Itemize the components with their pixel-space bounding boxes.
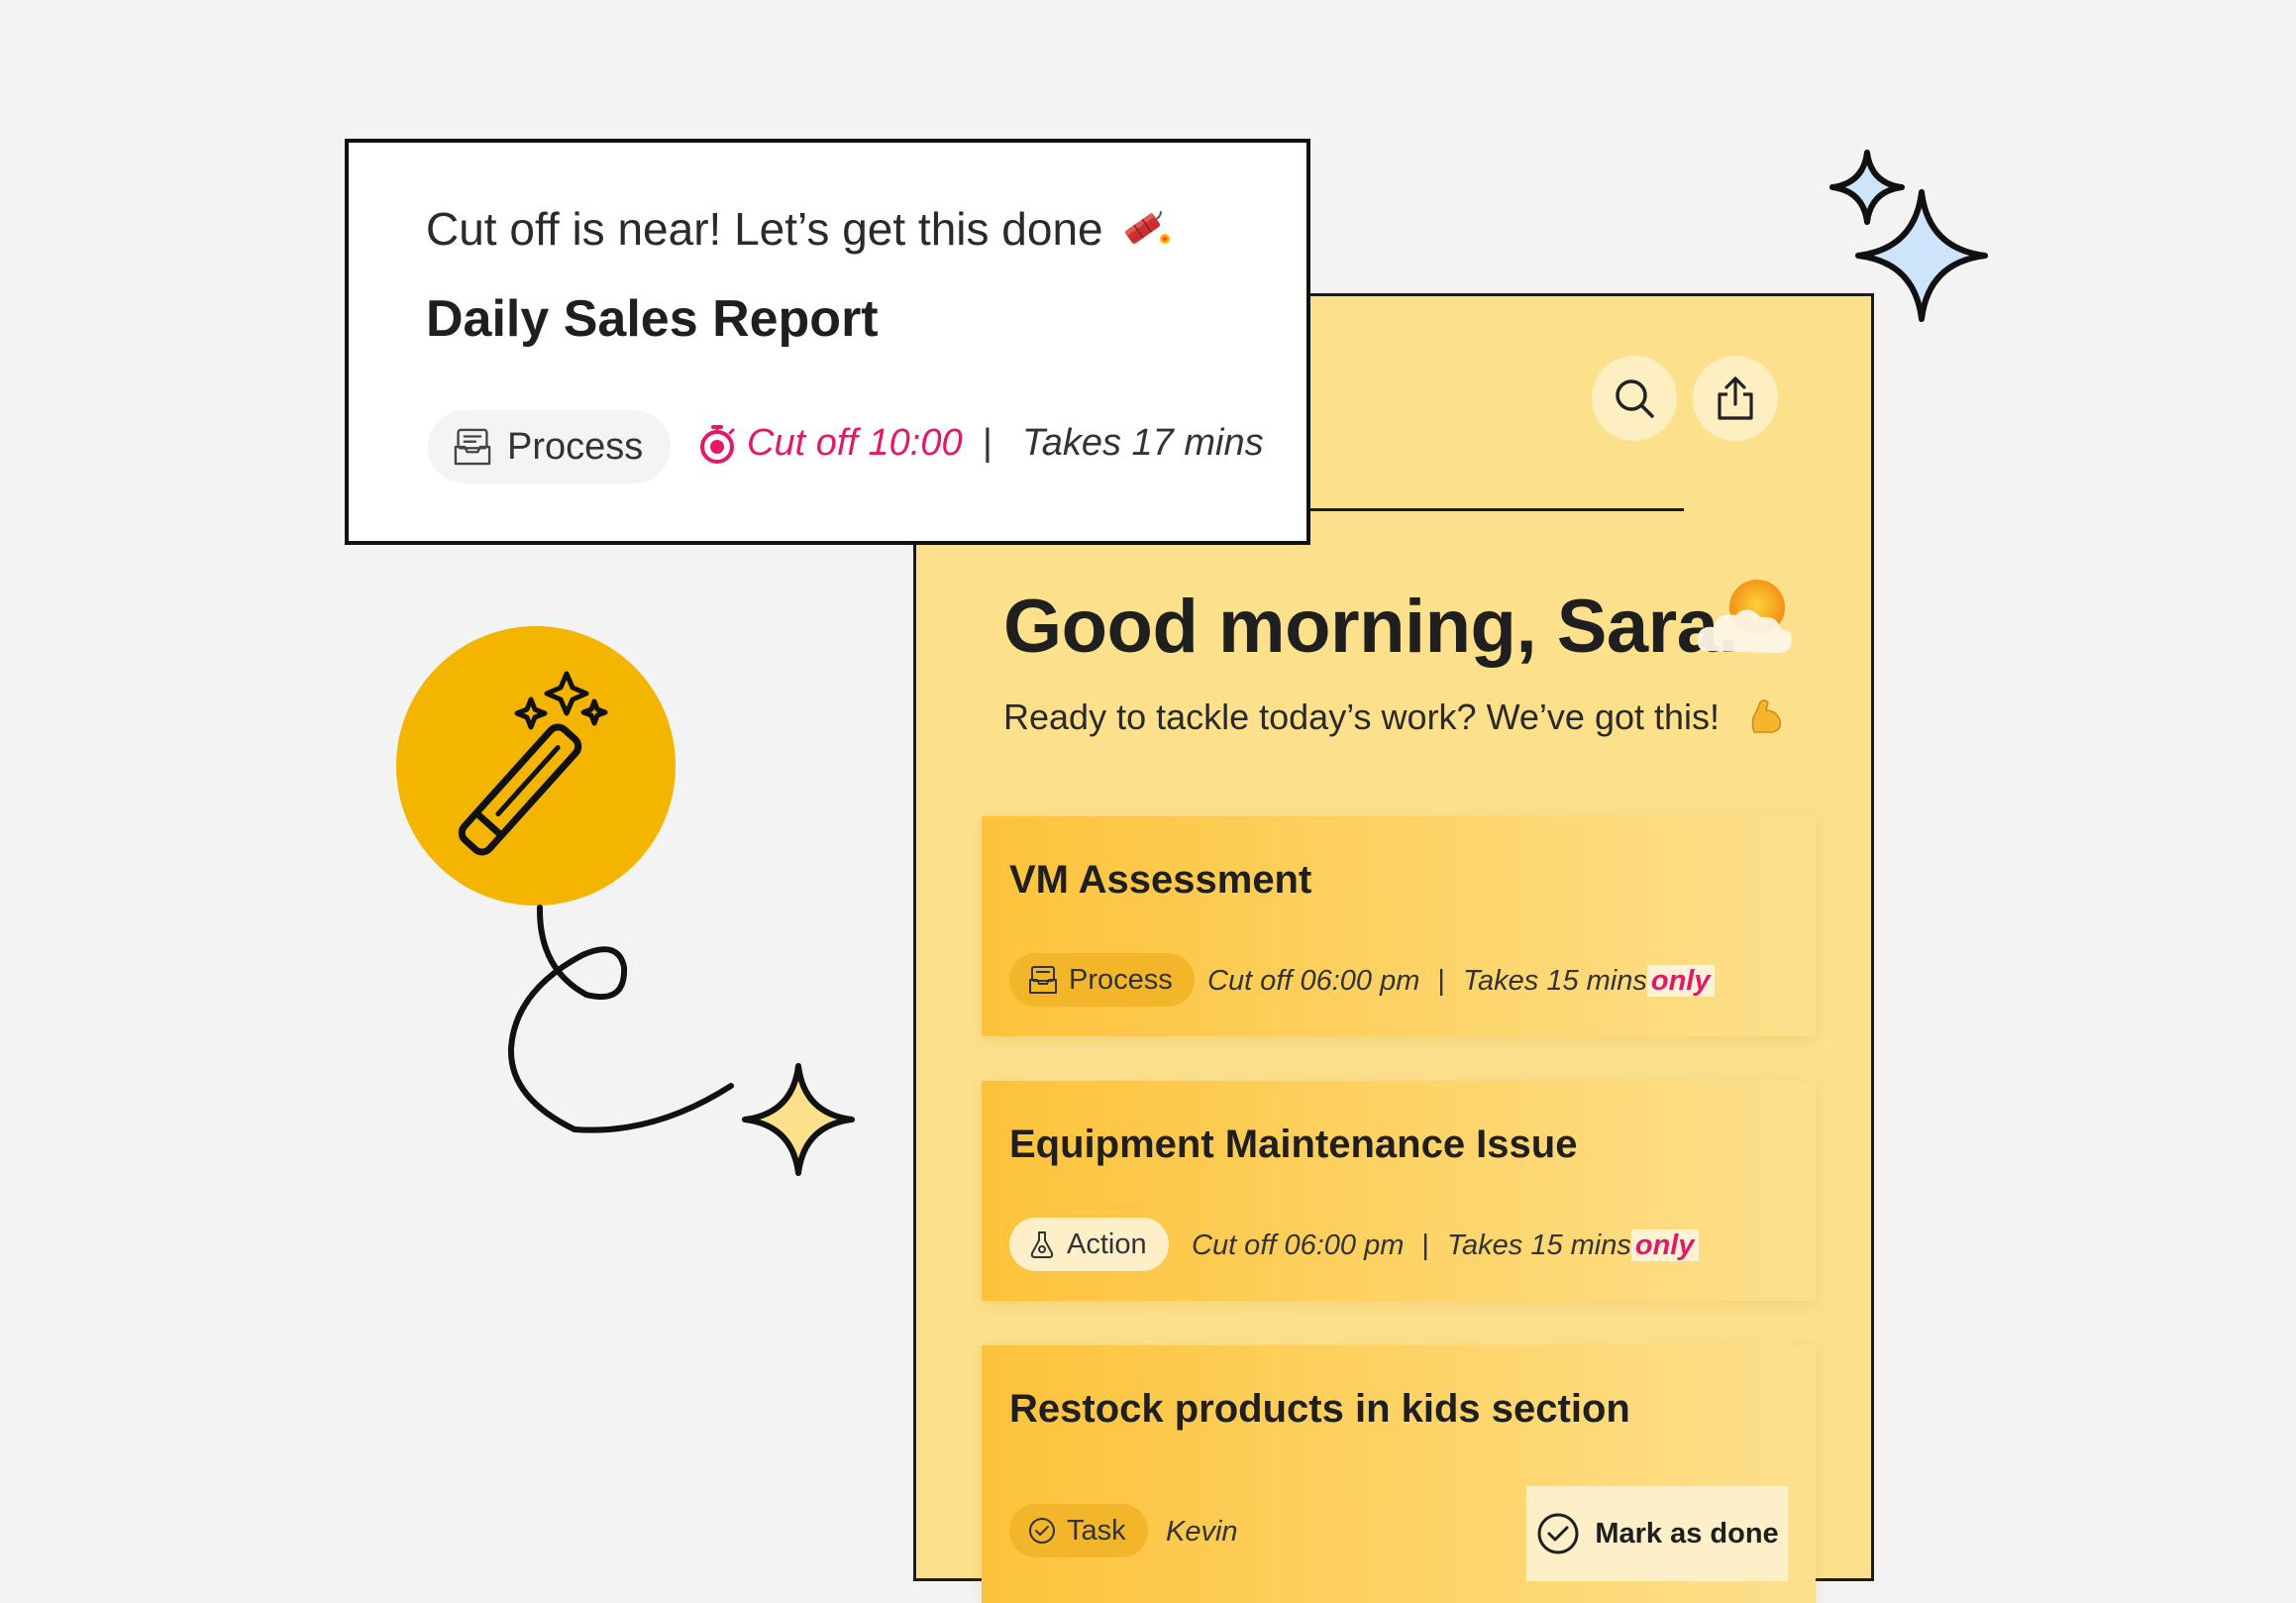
share-icon xyxy=(1718,376,1753,420)
stopwatch-icon xyxy=(700,424,735,464)
greeting-heading: Good morning, Sara. xyxy=(1003,585,1739,669)
task-type-badge: Process xyxy=(1009,953,1195,1007)
inbox-tray-icon xyxy=(1029,966,1057,994)
task-card[interactable]: Restock products in kids section Task Ke… xyxy=(982,1345,1816,1603)
notification-cutoff: Cut off 10:00 xyxy=(697,422,963,465)
task-title: VM Assessment xyxy=(1009,858,1312,902)
task-card[interactable]: Equipment Maintenance Issue Action Cut o… xyxy=(982,1081,1816,1301)
task-type-badge: Task xyxy=(1009,1504,1148,1557)
notification-message: Cut off is near! Let’s get this done xyxy=(426,202,1173,256)
task-card[interactable]: VM Assessment Process Cut off 06:00 pm | T… xyxy=(982,816,1816,1036)
check-circle-icon xyxy=(1029,1518,1055,1544)
mark-as-done-label: Mark as done xyxy=(1595,1517,1779,1550)
task-meta: Cut off 06:00 pm | Takes 15 mins only xyxy=(1192,1229,1699,1262)
search-icon xyxy=(1616,379,1654,418)
notification-type-label: Process xyxy=(507,425,644,468)
task-cutoff: Cut off 06:00 pm xyxy=(1207,965,1420,997)
dynamite-icon xyxy=(1125,211,1171,244)
task-meta: Cut off 06:00 pm | Takes 15 mins only xyxy=(1207,965,1715,998)
magic-wand-icon xyxy=(458,671,608,856)
duration-emphasis: only xyxy=(1646,965,1715,997)
notification-message-text: Cut off is near! Let’s get this done xyxy=(426,203,1103,255)
task-type-badge: Action xyxy=(1009,1218,1169,1271)
meta-separator: | xyxy=(983,422,992,464)
task-duration: Takes 15 mins xyxy=(1446,1229,1631,1261)
task-assignee: Kevin xyxy=(1166,1516,1238,1548)
search-button[interactable] xyxy=(1592,356,1677,441)
magic-wand-badge xyxy=(396,626,676,906)
sparkle-icon xyxy=(1855,189,1988,322)
notification-type-badge: Process xyxy=(428,410,672,483)
task-cutoff: Cut off 06:00 pm xyxy=(1192,1229,1405,1261)
inbox-tray-icon xyxy=(454,428,491,466)
task-type-label: Process xyxy=(1069,963,1173,996)
curly-line-decoration xyxy=(507,905,734,1133)
flask-icon xyxy=(1030,1231,1054,1258)
check-circle-icon xyxy=(1537,1513,1579,1554)
notification-duration: Takes 17 mins xyxy=(1022,422,1264,464)
task-type-label: Action xyxy=(1067,1228,1147,1260)
task-title: Equipment Maintenance Issue xyxy=(1009,1122,1578,1166)
cutoff-notification-card[interactable]: Cut off is near! Let’s get this done Dai… xyxy=(345,139,1310,545)
task-type-label: Task xyxy=(1067,1514,1126,1547)
sun-behind-cloud-icon xyxy=(1697,580,1792,653)
duration-emphasis: only xyxy=(1630,1229,1699,1261)
task-duration: Takes 15 mins xyxy=(1462,965,1647,997)
share-button[interactable] xyxy=(1693,356,1778,441)
meta-separator: | xyxy=(1421,1229,1429,1261)
notification-cutoff-text: Cut off 10:00 xyxy=(747,422,963,464)
meta-separator: | xyxy=(1437,965,1445,997)
notification-title: Daily Sales Report xyxy=(426,290,879,348)
flexed-biceps-icon xyxy=(1751,699,1782,733)
sparkle-icon xyxy=(742,1063,855,1176)
mark-as-done-button[interactable]: Mark as done xyxy=(1526,1486,1788,1581)
greeting-subtitle: Ready to tackle today’s work? We’ve got … xyxy=(1003,696,1721,737)
task-title: Restock products in kids section xyxy=(1009,1387,1630,1431)
